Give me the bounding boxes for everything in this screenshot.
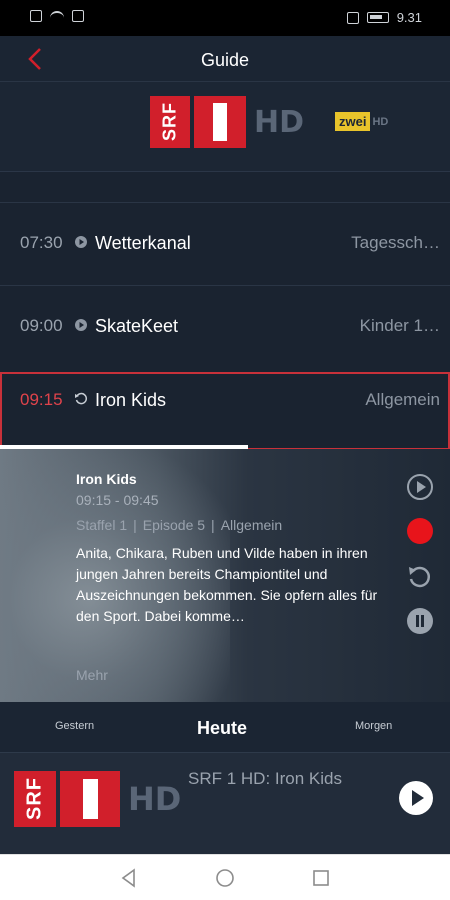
row-time: 07:30	[20, 233, 63, 252]
detail-description: Anita, Chikara, Ruben und Vilde haben in…	[76, 545, 378, 624]
meta-separator: |	[211, 517, 215, 533]
detail-season: Staffel 1	[76, 517, 128, 533]
detail-meta: Staffel 1 | Episode 5 | Allgemein	[76, 517, 282, 533]
row-genre: Kinder 1…	[359, 316, 440, 335]
srf-logo-text: SRF	[14, 771, 56, 827]
play-icon[interactable]	[406, 473, 434, 501]
hd-label: HD	[254, 104, 305, 140]
schedule-row[interactable]: 07:30 Wetterkanal Tagessch…	[0, 202, 450, 285]
record-icon[interactable]	[406, 517, 434, 545]
row-time: 09:00	[20, 316, 63, 335]
system-nav-bar	[0, 854, 450, 900]
row-title: SkateKeet	[95, 316, 179, 336]
detail-title: Iron Kids	[76, 471, 137, 487]
mini-player[interactable]: SRF HD SRF 1 HD: Iron Kids	[0, 752, 450, 854]
page-title: Guide	[200, 50, 250, 70]
hd-label: HD	[128, 780, 182, 818]
schedule-row-selected[interactable]: 09:15 Iron Kids Allgemein	[0, 372, 450, 450]
home-circle-icon[interactable]	[214, 867, 236, 889]
now-playing-title: SRF 1 HD: Iron Kids	[188, 769, 342, 788]
header: Guide	[0, 36, 450, 82]
row-time: 09:15	[20, 390, 63, 409]
battery-icon	[366, 12, 389, 23]
status-time: 9.31	[396, 10, 422, 25]
zwei-logo-text: zwei	[335, 112, 371, 131]
channel-selector: SRF HD zwei HD	[0, 82, 450, 172]
play-circle-icon	[75, 319, 87, 331]
back-triangle-icon[interactable]	[118, 867, 140, 889]
mini-player-play-icon[interactable]	[398, 780, 434, 816]
meta-separator: |	[133, 517, 137, 533]
detail-time-range: 09:15 - 09:45	[76, 492, 159, 508]
srf-logo-text: SRF	[150, 96, 190, 148]
vibrate-icon	[346, 11, 359, 24]
row-title: Wetterkanal	[95, 233, 191, 253]
program-detail: Iron Kids 09:15 - 09:45 Staffel 1 | Epis…	[0, 449, 450, 702]
pause-icon[interactable]	[406, 607, 434, 635]
day-yesterday[interactable]: Gestern	[55, 720, 94, 732]
status-bar: 9.31	[0, 0, 450, 36]
day-today[interactable]: Heute	[197, 718, 247, 739]
row-genre: Allgemein	[365, 390, 440, 409]
image-icon	[72, 10, 84, 22]
schedule-row[interactable]: 09:00 SkateKeet Kinder 1…	[0, 285, 450, 368]
one-logo-mark	[60, 771, 120, 827]
day-selector: Gestern Heute Morgen	[0, 702, 450, 752]
notification-icon	[30, 10, 42, 22]
channel-srfzwei-logo[interactable]: zwei HD	[335, 112, 388, 131]
more-link[interactable]: Mehr	[76, 667, 108, 683]
one-logo-mark	[194, 96, 246, 148]
detail-genre: Allgemein	[220, 517, 283, 533]
play-circle-icon	[75, 236, 87, 248]
channel-srf1-logo[interactable]: SRF HD	[150, 96, 304, 148]
zwei-hd-label: HD	[372, 115, 389, 128]
mini-player-channel-logo: SRF HD	[14, 771, 181, 827]
restart-icon[interactable]	[406, 563, 434, 591]
row-title: Iron Kids	[95, 390, 167, 410]
day-tomorrow[interactable]: Morgen	[355, 720, 392, 732]
wifi-icon	[50, 11, 64, 21]
recents-square-icon[interactable]	[310, 867, 332, 889]
row-genre: Tagessch…	[351, 233, 440, 252]
replay-icon	[75, 392, 88, 405]
detail-episode: Episode 5	[142, 517, 206, 533]
